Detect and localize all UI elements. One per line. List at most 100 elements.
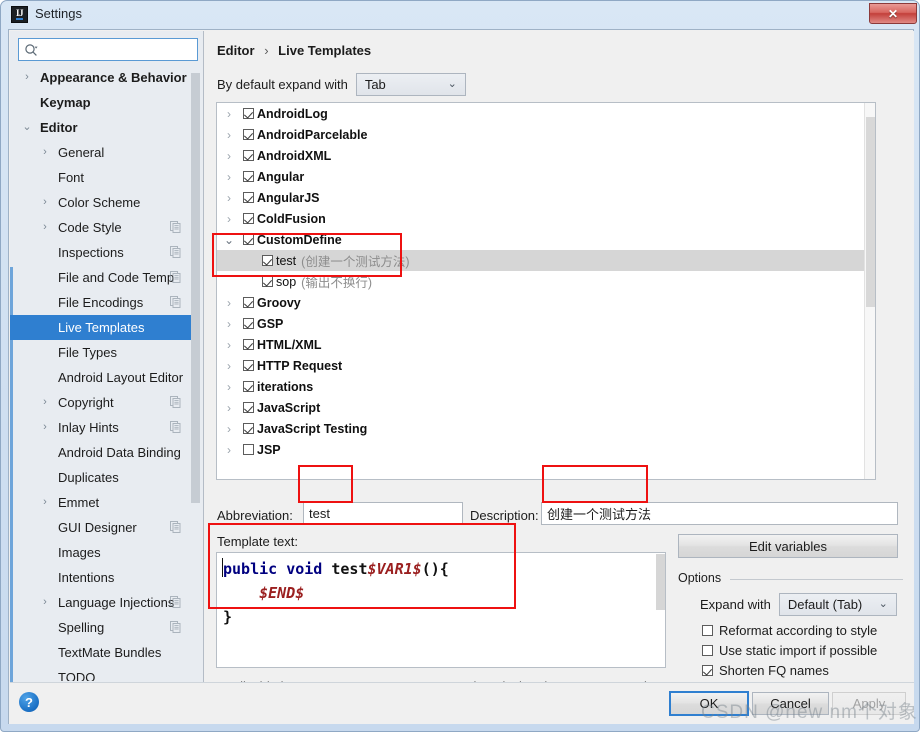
sidebar-item-inspections[interactable]: Inspections	[10, 240, 196, 265]
help-icon[interactable]: ?	[19, 692, 39, 712]
sidebar-item-language-injections[interactable]: › Language Injections	[10, 590, 196, 615]
sidebar-item-live-templates[interactable]: Live Templates	[10, 315, 196, 340]
sidebar-item-android-layout-editor[interactable]: Android Layout Editor	[10, 365, 196, 390]
cancel-button[interactable]: Cancel	[752, 692, 829, 715]
abbreviation-field[interactable]	[303, 502, 463, 525]
template-tree[interactable]: › AndroidLog › AndroidParcelable › AndroidXML…	[216, 102, 876, 480]
description-input[interactable]	[542, 503, 897, 524]
shorten-fq-checkbox-row[interactable]: Shorten FQ names	[702, 663, 829, 678]
search-box[interactable]	[18, 38, 198, 61]
tree-row[interactable]: › JavaScript	[217, 397, 875, 418]
template-enabled-checkbox[interactable]	[243, 108, 254, 119]
sidebar-item-file-and-code-temp[interactable]: File and Code Temp	[10, 265, 196, 290]
template-text-scrollbar[interactable]	[655, 553, 665, 667]
tree-row[interactable]: › ColdFusion	[217, 208, 875, 229]
template-enabled-checkbox[interactable]	[243, 234, 254, 245]
template-enabled-checkbox[interactable]	[262, 276, 273, 287]
sidebar-item-editor[interactable]: ⌄ Editor	[10, 115, 196, 140]
template-enabled-checkbox[interactable]	[243, 192, 254, 203]
template-enabled-checkbox[interactable]	[243, 444, 254, 455]
sidebar-item-images[interactable]: Images	[10, 540, 196, 565]
chevron-right-icon[interactable]: ›	[223, 423, 235, 435]
sidebar-item-textmate-bundles[interactable]: TextMate Bundles	[10, 640, 196, 665]
chevron-down-icon[interactable]: ⌄	[223, 234, 235, 246]
tree-row[interactable]: › GSP	[217, 313, 875, 334]
template-enabled-checkbox[interactable]	[243, 339, 254, 350]
template-text-editor[interactable]: public void test$VAR1$(){ $END$}	[216, 552, 666, 668]
chevron-right-icon[interactable]: ›	[40, 197, 50, 208]
template-enabled-checkbox[interactable]	[243, 150, 254, 161]
search-input[interactable]	[43, 41, 193, 59]
chevron-right-icon[interactable]: ›	[223, 192, 235, 204]
chevron-right-icon[interactable]: ›	[40, 222, 50, 233]
sidebar-item-intentions[interactable]: Intentions	[10, 565, 196, 590]
sidebar-item-todo[interactable]: TODO	[10, 665, 196, 681]
template-enabled-checkbox[interactable]	[243, 402, 254, 413]
chevron-right-icon[interactable]: ›	[223, 171, 235, 183]
sidebar-item-font[interactable]: Font	[10, 165, 196, 190]
static-import-checkbox[interactable]	[702, 645, 713, 656]
tree-row[interactable]: › AndroidLog	[217, 103, 875, 124]
chevron-right-icon[interactable]: ›	[223, 318, 235, 330]
default-expand-dropdown[interactable]: Tab ⌄	[355, 73, 466, 96]
template-enabled-checkbox[interactable]	[243, 297, 254, 308]
tree-row[interactable]: › HTTP Request	[217, 355, 875, 376]
chevron-right-icon[interactable]: ›	[223, 297, 235, 309]
chevron-right-icon[interactable]: ›	[40, 147, 50, 158]
sidebar-item-keymap[interactable]: Keymap	[10, 90, 196, 115]
sidebar-item-gui-designer[interactable]: GUI Designer	[10, 515, 196, 540]
sidebar-item-code-style[interactable]: › Code Style	[10, 215, 196, 240]
tree-row[interactable]: › AndroidParcelable	[217, 124, 875, 145]
chevron-down-icon[interactable]: ⌄	[22, 122, 32, 133]
chevron-right-icon[interactable]: ›	[40, 497, 50, 508]
template-enabled-checkbox[interactable]	[243, 360, 254, 371]
template-enabled-checkbox[interactable]	[243, 381, 254, 392]
sidebar-item-color-scheme[interactable]: › Color Scheme	[10, 190, 196, 215]
chevron-right-icon[interactable]: ›	[40, 397, 50, 408]
chevron-right-icon[interactable]: ›	[40, 422, 50, 433]
static-import-checkbox-row[interactable]: Use static import if possible	[702, 643, 877, 658]
tree-row[interactable]: › Angular	[217, 166, 875, 187]
chevron-right-icon[interactable]: ›	[223, 108, 235, 120]
tree-row[interactable]: ⌄ CustomDefine	[217, 229, 875, 250]
sidebar-scrollbar[interactable]	[191, 67, 200, 679]
template-text-content[interactable]: public void test$VAR1$(){ $END$}	[223, 557, 449, 629]
template-enabled-checkbox[interactable]	[243, 423, 254, 434]
chevron-right-icon[interactable]: ›	[223, 402, 235, 414]
chevron-right-icon[interactable]: ›	[22, 72, 32, 83]
edit-variables-button[interactable]: Edit variables	[678, 534, 898, 558]
reformat-checkbox[interactable]	[702, 625, 713, 636]
sidebar-item-file-encodings[interactable]: File Encodings	[10, 290, 196, 315]
shorten-fq-checkbox[interactable]	[702, 665, 713, 676]
template-text-scroll-thumb[interactable]	[656, 554, 665, 610]
reformat-checkbox-row[interactable]: Reformat according to style	[702, 623, 877, 638]
template-enabled-checkbox[interactable]	[243, 213, 254, 224]
abbreviation-input[interactable]	[304, 503, 462, 524]
tree-row[interactable]: › JavaScript Testing	[217, 418, 875, 439]
ok-button[interactable]: OK	[669, 691, 749, 716]
tree-row[interactable]: › iterations	[217, 376, 875, 397]
chevron-right-icon[interactable]: ›	[223, 444, 235, 456]
tree-row[interactable]: › HTML/XML	[217, 334, 875, 355]
sidebar-scroll-thumb[interactable]	[191, 73, 200, 503]
chevron-right-icon[interactable]: ›	[223, 339, 235, 351]
sidebar-item-android-data-binding[interactable]: Android Data Binding	[10, 440, 196, 465]
sidebar-item-inlay-hints[interactable]: › Inlay Hints	[10, 415, 196, 440]
close-button[interactable]: ✕	[869, 3, 917, 24]
sidebar-tree[interactable]: › Appearance & Behavior Keymap ⌄ Editor › Gene…	[10, 65, 196, 681]
chevron-right-icon[interactable]: ›	[223, 360, 235, 372]
sidebar-item-emmet[interactable]: › Emmet	[10, 490, 196, 515]
template-tree-scrollbar[interactable]	[864, 103, 875, 479]
description-field[interactable]	[541, 502, 898, 525]
template-tree-scroll-thumb[interactable]	[866, 117, 875, 307]
sidebar-item-spelling[interactable]: Spelling	[10, 615, 196, 640]
tree-row[interactable]: sop (输出不换行)	[217, 271, 875, 292]
sidebar-item-appearance-behavior[interactable]: › Appearance & Behavior	[10, 65, 196, 90]
tree-row[interactable]: › Groovy	[217, 292, 875, 313]
expand-with-dropdown[interactable]: Default (Tab) ⌄	[778, 593, 897, 616]
tree-row[interactable]: › AndroidXML	[217, 145, 875, 166]
chevron-right-icon[interactable]: ›	[223, 150, 235, 162]
chevron-right-icon[interactable]: ›	[223, 129, 235, 141]
chevron-right-icon[interactable]: ›	[223, 213, 235, 225]
chevron-right-icon[interactable]: ›	[223, 381, 235, 393]
